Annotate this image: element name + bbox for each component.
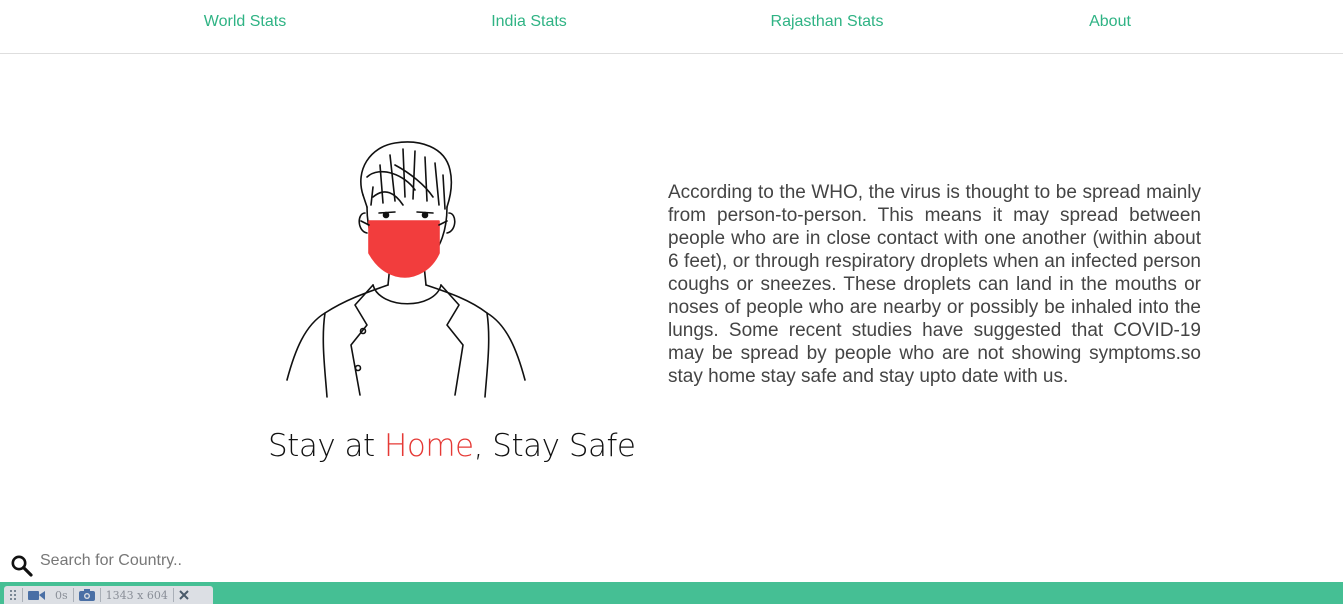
- nav-link-rajasthan-stats[interactable]: Rajasthan Stats: [771, 13, 884, 31]
- devtools-toolbar: 0s 1343 x 604: [4, 586, 213, 604]
- search-input[interactable]: [40, 549, 330, 573]
- tagline-part2: , Stay Safe: [473, 428, 636, 464]
- drag-handle-icon[interactable]: [4, 586, 22, 604]
- close-icon[interactable]: [174, 586, 194, 604]
- resolution-readout: 1343 x 604: [105, 588, 168, 602]
- covid-info-paragraph: According to the WHO, the virus is thoug…: [668, 182, 1201, 387]
- nav-link-about[interactable]: About: [1089, 13, 1131, 31]
- camera-icon[interactable]: [74, 586, 100, 604]
- tagline-highlight: Home: [384, 428, 474, 464]
- nav-link-india-stats[interactable]: India Stats: [491, 13, 567, 31]
- search-icon[interactable]: [10, 554, 34, 578]
- top-navigation: World Stats India Stats Rajasthan Stats …: [0, 0, 1343, 54]
- video-camera-icon[interactable]: [23, 586, 50, 604]
- stay-home-tagline: Stay at Home, Stay Safe: [268, 428, 636, 464]
- tagline-part1: Stay at: [268, 428, 385, 464]
- country-search: [8, 546, 338, 578]
- recording-timer: 0s: [55, 588, 68, 602]
- nav-link-world-stats[interactable]: World Stats: [204, 13, 286, 31]
